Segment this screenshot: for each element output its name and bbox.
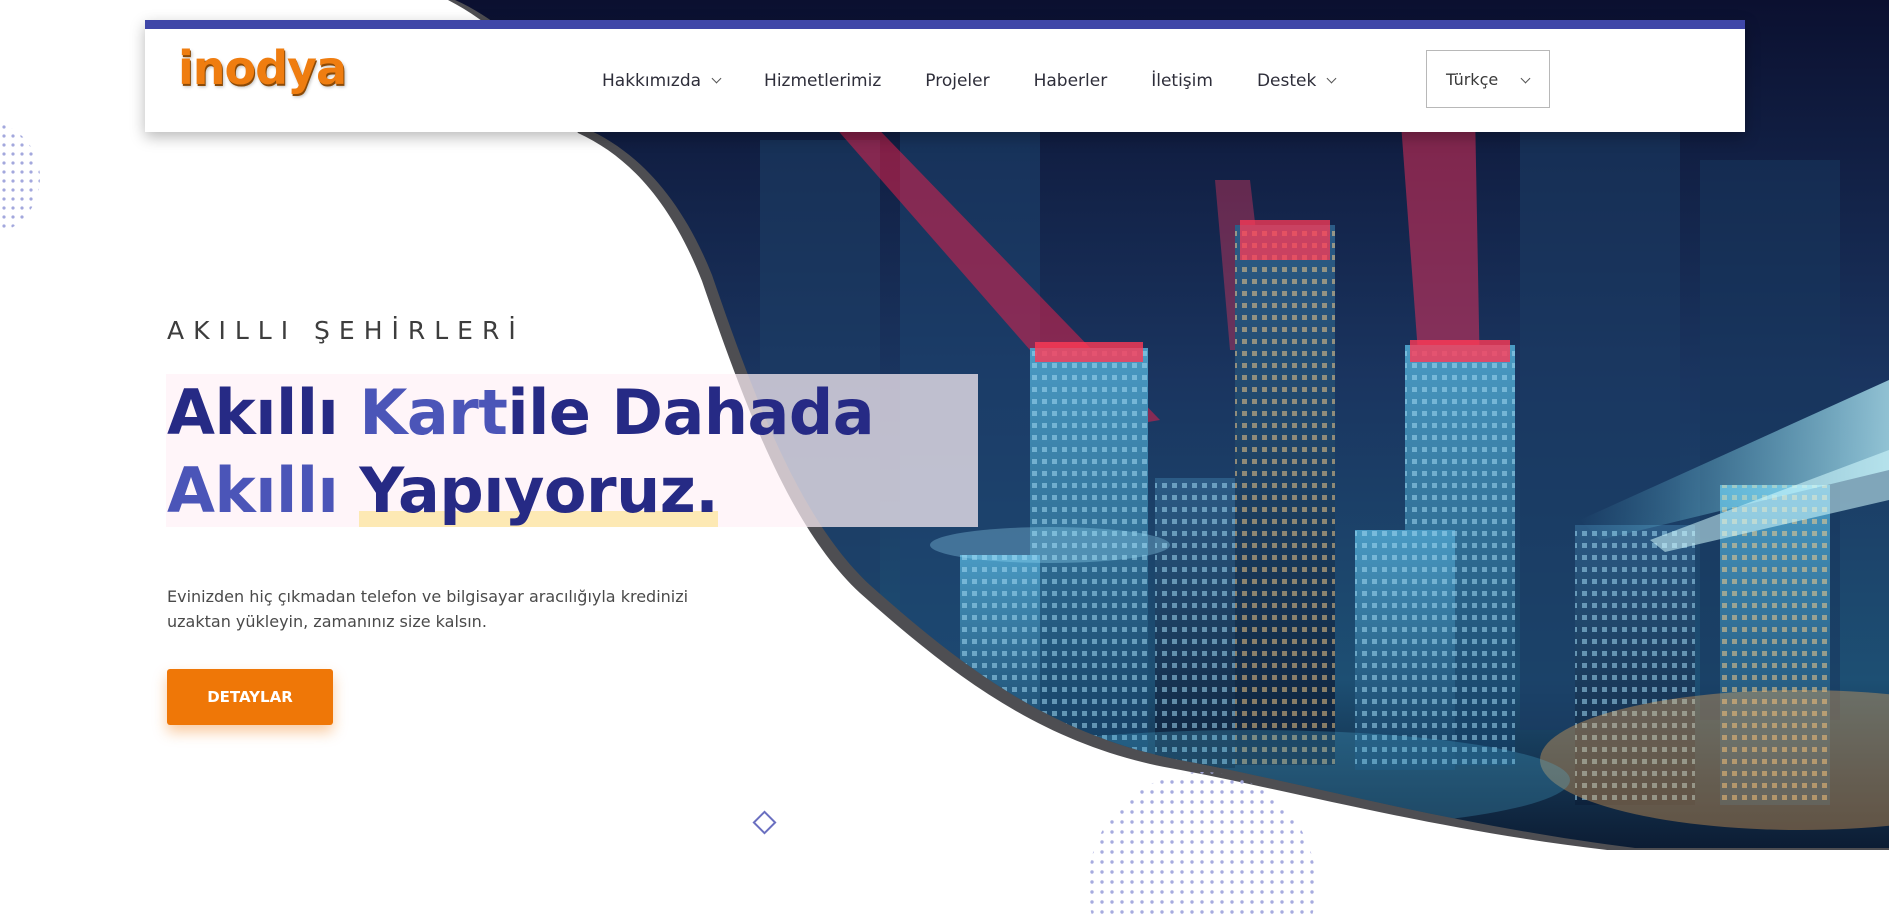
nav-item-destek[interactable]: Destek [1256,70,1337,91]
headline-part: Akıllı [167,454,360,527]
decorative-dots-left [0,120,40,236]
nav-item-label: Projeler [925,70,990,91]
details-button[interactable]: DETAYLAR [167,669,333,725]
language-select-value: Türkçe [1446,69,1499,89]
hero-description: Evinizden hiç çıkmadan telefon ve bilgis… [167,587,689,631]
chevron-down-icon [1520,73,1531,84]
headline-part: ile Dahada [507,376,875,449]
nav-item-iletisim[interactable]: İletişim [1151,71,1213,91]
nav-item-label: Haberler [1033,70,1108,91]
hero-headline: Akıllı Kartile Dahada Akıllı Yapıyoruz. [167,374,875,530]
site-header: inodya Hakkımızda Hizmetlerimiz Projeler… [145,20,1745,132]
language-select[interactable]: Türkçe [1426,50,1550,108]
nav-item-projeler[interactable]: Projeler [925,71,989,91]
decorative-dots-bottom [1088,772,1316,915]
nav-item-hizmetlerimiz[interactable]: Hizmetlerimiz [764,71,881,91]
nav-item-hakkimizda[interactable]: Hakkımızda [602,70,722,91]
nav-item-label: Hizmetlerimiz [764,70,882,91]
headline-part: Akıllı [167,376,360,449]
hero-eyebrow: AKILLI ŞEHİRLERİ [167,316,525,345]
headline-part-highlighted: Yapıyoruz. [359,454,719,527]
chevron-down-icon [1326,73,1337,84]
logo[interactable]: inodya [178,45,347,91]
headline-part: Kart [359,376,508,449]
chevron-down-icon [711,73,722,84]
nav-item-haberler[interactable]: Haberler [1034,71,1108,91]
nav-item-label: Destek [1256,70,1317,91]
nav-item-label: Hakkımızda [602,70,702,91]
main-nav: Hakkımızda Hizmetlerimiz Projeler Haberl… [602,29,1379,132]
nav-item-label: İletişim [1151,70,1213,91]
